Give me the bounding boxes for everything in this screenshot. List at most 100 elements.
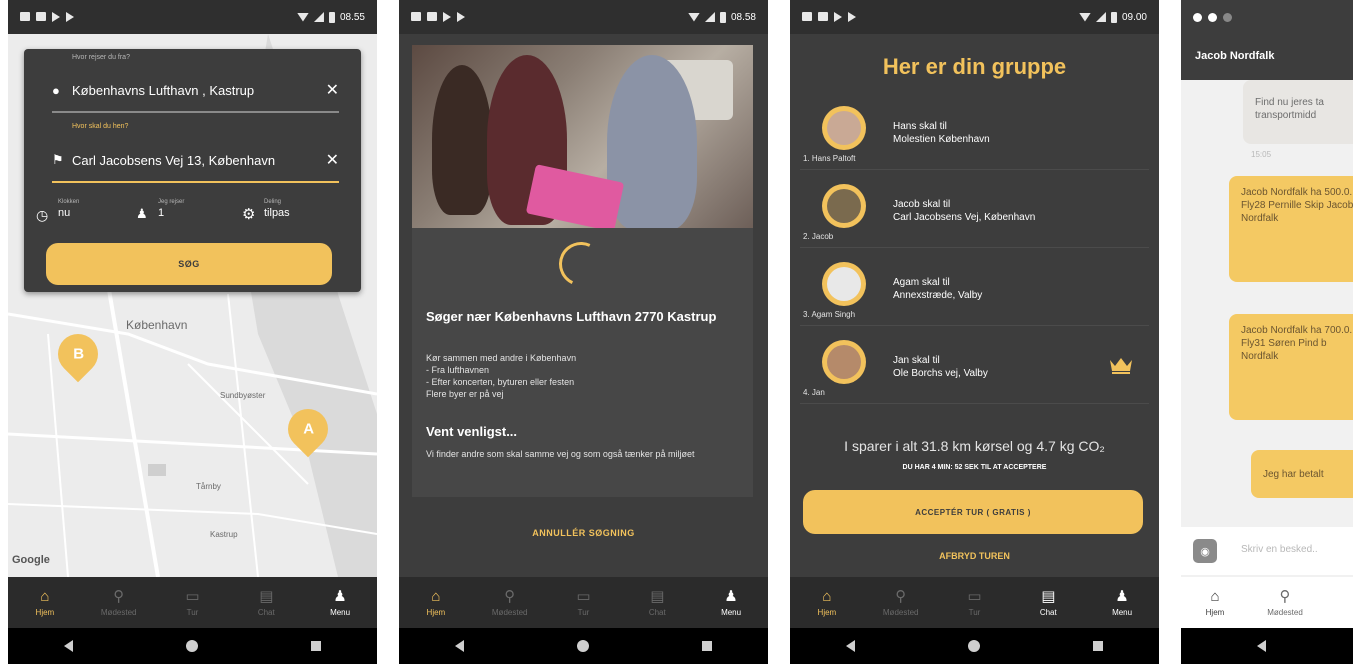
nav-meetpoint[interactable]: ⚲ Mødested xyxy=(871,589,931,617)
car-icon: ▭ xyxy=(967,587,982,605)
home-icon: ⌂ xyxy=(431,587,441,605)
back-icon[interactable] xyxy=(1257,640,1266,652)
bottom-nav: ⌂ Hjem ⚲ Mødested ▭ Tur ▤ Chat ♟ Menu xyxy=(399,577,768,628)
member-row[interactable]: 2. Jacob Jacob skal til Carl Jacobsens Ve… xyxy=(800,176,1149,248)
nav-chat[interactable]: ▤ Chat xyxy=(627,589,687,617)
wait-title: Vent venligst... xyxy=(426,424,518,439)
person-icon: ♟ xyxy=(724,587,738,605)
system-home-icon[interactable] xyxy=(576,640,589,652)
clear-to-icon[interactable]: ✕ xyxy=(326,150,339,170)
back-icon[interactable] xyxy=(64,640,74,652)
search-card: Hvor rejser du fra? ● Københavns Lufthav… xyxy=(24,49,361,292)
carpool-photo xyxy=(412,45,753,228)
system-home-icon[interactable] xyxy=(967,640,980,652)
abort-trip-button[interactable]: AFBRYD TUREN xyxy=(790,551,1159,561)
body-line-4: Flere byer er på vej xyxy=(426,389,504,399)
member-row[interactable]: 1. Hans Paltoft Hans skal til Molestien K… xyxy=(800,98,1149,170)
signal-icon xyxy=(313,12,324,22)
paid-button[interactable]: Jeg har betalt xyxy=(1251,450,1353,498)
member-name: 2. Jacob xyxy=(803,232,834,241)
accept-trip-button[interactable]: ACCEPTÉR TUR ( GRATIS ) xyxy=(803,490,1143,534)
nav-menu[interactable]: ♟ Menu xyxy=(1092,589,1152,617)
recents-icon[interactable] xyxy=(310,641,321,651)
nav-trip[interactable]: ▭ Tur xyxy=(553,589,613,617)
system-home-icon[interactable] xyxy=(185,640,198,652)
nav-menu[interactable]: ♟ Menu xyxy=(310,589,370,617)
message-composer: ◉ Skriv en besked.. xyxy=(1181,527,1353,575)
nav-meetpoint[interactable]: ⚲ Mødested xyxy=(480,589,540,617)
home-icon: ⌂ xyxy=(1210,587,1220,605)
phone-search-screen: 08.55 København Sundbyøster Tårnby Kastr… xyxy=(8,0,377,664)
from-value: Københavns Lufthavn , Kastrup xyxy=(72,82,255,98)
status-bar xyxy=(1181,0,1353,34)
recents-icon[interactable] xyxy=(701,641,712,651)
back-icon[interactable] xyxy=(846,640,856,652)
status-bar: 08.55 xyxy=(8,0,377,34)
message-time: 15:05 xyxy=(1251,150,1272,159)
clear-from-icon[interactable]: ✕ xyxy=(326,80,339,100)
nav-meetpoint[interactable]: ⚲ Mødested xyxy=(1255,589,1315,617)
pin-icon: ⚲ xyxy=(1279,587,1291,605)
home-icon: ⌂ xyxy=(40,587,50,605)
location-pin-icon: ● xyxy=(52,82,60,98)
nav-menu[interactable]: ♟ Menu xyxy=(701,589,761,617)
nav-meetpoint[interactable]: ⚲ Mødested xyxy=(89,589,149,617)
crown-icon xyxy=(1110,358,1132,374)
system-nav xyxy=(1181,628,1353,664)
nav-trip[interactable]: ▭ Tur xyxy=(162,589,222,617)
phone-searching-screen: 08.58 Søger nær Københavns Lufthavn 2770… xyxy=(399,0,768,664)
cancel-search-button[interactable]: ANNULLÉR SØGNING xyxy=(399,528,768,538)
from-field[interactable]: ● Københavns Lufthavn , Kastrup ✕ xyxy=(52,75,339,105)
back-icon[interactable] xyxy=(455,640,465,652)
nav-trip[interactable]: ▭ Tur xyxy=(944,589,1004,617)
person-icon: ♟ xyxy=(1115,587,1129,605)
avatar xyxy=(822,262,866,306)
nav-chat[interactable]: ▤ Chat xyxy=(1018,589,1078,617)
search-button[interactable]: SØG xyxy=(46,243,332,285)
nav-home[interactable]: ⌂ Hjem xyxy=(797,589,857,617)
avatar xyxy=(822,106,866,150)
car-icon: ▭ xyxy=(576,587,591,605)
body-line-3: - Efter koncerten, byturen eller festen xyxy=(426,377,575,387)
member-name: 3. Agam Singh xyxy=(803,310,856,319)
member-row[interactable]: 3. Agam Singh Agam skal til Annexstræde, … xyxy=(800,254,1149,326)
wifi-icon xyxy=(687,12,700,22)
system-nav xyxy=(8,628,377,664)
avatar xyxy=(822,340,866,384)
pin-icon: ⚲ xyxy=(504,587,516,605)
chat-icon: ▤ xyxy=(650,587,665,605)
nav-home[interactable]: ⌂ Hjem xyxy=(1185,589,1245,617)
wait-body: Vi finder andre som skal samme vej og so… xyxy=(426,449,695,459)
map-label-city: København xyxy=(126,318,188,332)
recents-icon[interactable] xyxy=(1092,641,1103,651)
nav-home[interactable]: ⌂ Hjem xyxy=(406,589,466,617)
to-value: Carl Jacobsens Vej 13, København xyxy=(72,152,276,168)
to-field[interactable]: ⚑ Carl Jacobsens Vej 13, København ✕ xyxy=(52,145,339,175)
from-label: Hvor rejser du fra? xyxy=(72,54,130,61)
status-bar: 09.00 xyxy=(790,0,1159,34)
member-name: 1. Hans Paltoft xyxy=(803,154,856,163)
nav-home[interactable]: ⌂ Hjem xyxy=(15,589,75,617)
google-logo: Google xyxy=(12,554,50,566)
nav-chat[interactable]: ▤ Chat xyxy=(236,589,296,617)
signal-icon xyxy=(704,12,715,22)
wifi-icon xyxy=(296,12,309,22)
battery-icon xyxy=(719,11,726,23)
member-row[interactable]: 4. Jan Jan skal til Ole Borchs vej, Valby xyxy=(800,332,1149,404)
phone-chat-screen: Jacob Nordfalk Find nu jeres ta transpor… xyxy=(1181,0,1353,664)
to-label: Hvor skal du hen? xyxy=(72,123,129,130)
chat-header: Jacob Nordfalk xyxy=(1181,34,1353,80)
loading-spinner-icon xyxy=(552,235,610,293)
body-line-1: Kør sammen med andre i København xyxy=(426,353,577,363)
chat-icon: ▤ xyxy=(1041,587,1056,605)
message-bubble-received: Find nu jeres ta transportmidd xyxy=(1243,80,1353,144)
accept-deadline: DU HAR 4 MIN: 52 SEK TIL AT ACCEPTERE xyxy=(902,464,1047,471)
search-info-card: Søger nær Københavns Lufthavn 2770 Kastr… xyxy=(412,228,753,497)
camera-icon[interactable]: ◉ xyxy=(1193,539,1217,563)
message-input[interactable]: Skriv en besked.. xyxy=(1241,544,1318,555)
map-label-tarnby: Tårnby xyxy=(196,482,221,491)
status-time: 09.00 xyxy=(1121,11,1147,23)
savings-text: I sparer i alt 31.8 km kørsel og 4.7 kg … xyxy=(844,438,1105,454)
message-bubble-sent: Jacob Nordfalk ha 500.0. Fly28 Pernille … xyxy=(1229,176,1353,282)
gear-icon: ⚙ xyxy=(242,206,256,223)
